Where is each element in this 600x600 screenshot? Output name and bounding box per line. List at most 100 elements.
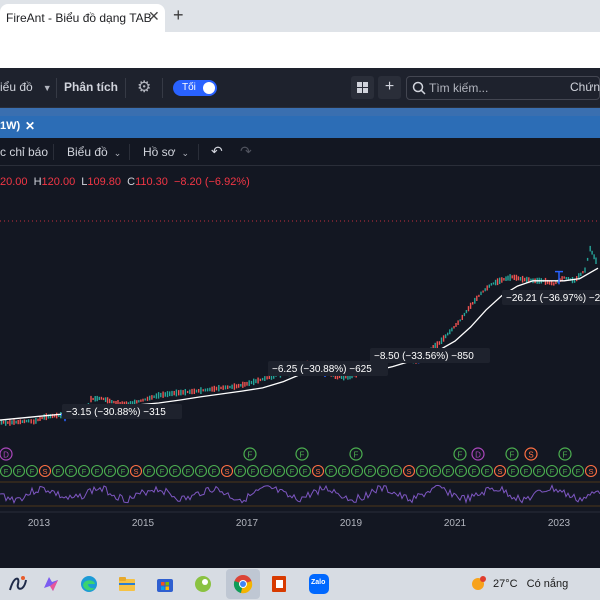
edge-icon[interactable] — [79, 574, 99, 594]
event-badge-label: F — [121, 467, 126, 476]
event-badge-label: S — [133, 467, 138, 476]
event-badge-label: F — [212, 467, 217, 476]
weather-widget[interactable]: 27°C Có nắng — [493, 578, 568, 590]
event-badge-label: F — [4, 467, 9, 476]
chart-toolbar: c chỉ báo Biểu đồ ⌄ Hồ sơ ⌄ ↶ ↷ — [0, 138, 600, 166]
event-badge-label: F — [354, 451, 359, 460]
windows-taskbar: Zalo 27°C Có nắng — [0, 568, 600, 600]
layout-grid-button[interactable] — [351, 76, 374, 99]
toolbar-divider — [125, 78, 126, 98]
copilot-icon[interactable] — [41, 574, 61, 594]
event-badge-label: F — [394, 467, 399, 476]
event-badge-label: F — [537, 467, 542, 476]
undo-icon[interactable]: ↶ — [211, 143, 223, 160]
x-axis-tick-label: 2017 — [236, 518, 259, 529]
add-chart-button[interactable]: + — [378, 76, 401, 99]
chrome-taskbar-active[interactable] — [226, 569, 260, 599]
event-badge-label: F — [446, 467, 451, 476]
chart-type-label: Biểu đồ — [67, 145, 108, 159]
close-icon[interactable]: ✕ — [148, 9, 160, 23]
sun-icon — [472, 576, 486, 590]
x-axis-tick-label: 2023 — [548, 518, 571, 529]
zalo-label: Zalo — [311, 579, 326, 586]
annotation-label: −6.25 (−30.88%) −625 — [272, 364, 372, 375]
change-value: −8.20 (−6.92%) — [173, 176, 250, 188]
event-badge-label: F — [290, 467, 295, 476]
new-tab-button[interactable]: + — [173, 6, 184, 24]
event-badge-label: F — [30, 467, 35, 476]
event-badge-label: F — [420, 467, 425, 476]
theme-toggle[interactable]: Tối — [173, 80, 217, 96]
event-badge-label: F — [199, 467, 204, 476]
event-badge-label: S — [224, 467, 229, 476]
event-badge-label: F — [368, 467, 373, 476]
annotation-label: −8.50 (−33.56%) −850 — [374, 351, 474, 362]
store-icon[interactable] — [155, 574, 175, 594]
toolbar-divider — [129, 144, 130, 160]
event-badge-label: F — [82, 467, 87, 476]
oscillator-line — [0, 484, 600, 505]
x-axis-tick-label: 2015 — [132, 518, 155, 529]
grid-icon — [357, 82, 368, 93]
toolbar-divider — [198, 144, 199, 160]
chart-type-button[interactable]: Biểu đồ ⌄ — [67, 145, 121, 159]
stocks-menu[interactable]: Chứng — [570, 80, 600, 94]
browser-tab-title: FireAnt - Biểu đồ dạng TAB — [6, 11, 152, 25]
price-chart[interactable]: −3.15 (−30.88%) −315 −6.25 (−30.88%) −625… — [0, 196, 600, 568]
header-strip — [0, 108, 600, 116]
temperature: 27°C — [493, 578, 518, 590]
event-badge-label: F — [95, 467, 100, 476]
event-badge-label: S — [497, 467, 502, 476]
profile-button[interactable]: Hồ sơ ⌄ — [143, 145, 189, 159]
file-explorer-icon[interactable] — [117, 574, 137, 594]
event-badge-label: F — [69, 467, 74, 476]
gear-icon[interactable]: ⚙ — [137, 77, 151, 97]
caret-down-icon: ▼ — [42, 83, 52, 93]
event-badge-label: F — [108, 467, 113, 476]
toggle-knob — [203, 82, 215, 94]
event-badge-label: F — [563, 451, 568, 460]
photos-icon[interactable] — [193, 574, 213, 594]
analysis-button[interactable]: Phân tích — [64, 80, 118, 94]
toolbar-divider — [162, 78, 163, 98]
theme-toggle-label: Tối — [182, 82, 196, 93]
event-badge-label: S — [406, 467, 411, 476]
event-badge-label: F — [264, 467, 269, 476]
close-label: C — [127, 176, 136, 188]
event-badge-label: F — [300, 451, 305, 460]
browser-tab[interactable]: FireAnt - Biểu đồ dạng TAB ✕ — [0, 4, 165, 32]
chart-menu-button[interactable]: iểu đồ ▼ — [0, 80, 52, 94]
low-value: 109.80 — [87, 176, 122, 188]
redo-icon[interactable]: ↷ — [240, 143, 252, 160]
event-badge-label: F — [511, 467, 516, 476]
profile-label: Hồ sơ — [143, 145, 176, 159]
event-badge-label: F — [342, 467, 347, 476]
event-badge-label: D — [3, 451, 9, 460]
event-badge-label: F — [459, 467, 464, 476]
zalo-icon[interactable]: Zalo — [309, 574, 329, 594]
event-badge-label: F — [303, 467, 308, 476]
event-badge-label: F — [472, 467, 477, 476]
chart-tab-bar: 1W) ✕ — [0, 116, 600, 138]
office-icon[interactable] — [269, 574, 289, 594]
event-badge-label: F — [381, 467, 386, 476]
event-badge-label: F — [329, 467, 334, 476]
event-badge-label: F — [173, 467, 178, 476]
annotation-label: −3.15 (−30.88%) −315 — [66, 407, 166, 418]
close-icon[interactable]: ✕ — [25, 119, 35, 133]
x-axis-tick-label: 2019 — [340, 518, 363, 529]
event-badge-label: F — [563, 467, 568, 476]
event-badge-label: F — [510, 451, 515, 460]
event-badge-label: F — [186, 467, 191, 476]
event-badge-label: F — [458, 451, 463, 460]
search-input[interactable] — [429, 81, 539, 95]
indicators-button[interactable]: c chỉ báo — [0, 145, 48, 159]
event-badge-label: F — [277, 467, 282, 476]
app-logo-icon[interactable] — [6, 572, 30, 596]
chevron-down-icon: ⌄ — [181, 148, 190, 158]
event-badge-label: S — [315, 467, 320, 476]
chart-menu-label: iểu đồ — [0, 80, 33, 94]
chart-tab-label[interactable]: 1W) — [0, 120, 20, 132]
x-axis-tick-label: 2013 — [28, 518, 51, 529]
event-badge-label: F — [160, 467, 165, 476]
